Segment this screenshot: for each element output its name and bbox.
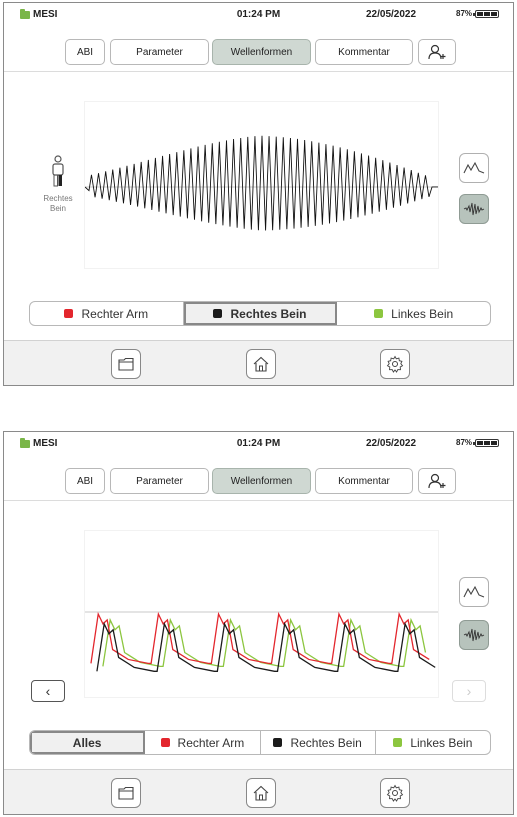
channel-rechtes-bein[interactable]: Rechtes Bein (183, 302, 338, 325)
date: 22/05/2022 (366, 438, 417, 449)
pulse-view-button[interactable] (459, 577, 489, 607)
tabs-divider (4, 71, 513, 72)
right-arm-trace (90, 611, 430, 665)
person-icon (52, 155, 64, 187)
channel-selector: Rechter Arm Rechtes Bein Linkes Bein (29, 301, 491, 326)
folder-icon (118, 357, 134, 371)
tab-bar: ABI Parameter Wellenformen Kommentar (4, 468, 513, 496)
channel-color-swatch (213, 309, 223, 318)
battery-indicator: 87% (456, 9, 500, 18)
channel-rechter-arm[interactable]: Rechter Arm (145, 731, 261, 754)
next-button[interactable]: › (452, 680, 486, 702)
chevron-right-icon: › (466, 683, 472, 699)
tab-wellenformen[interactable]: Wellenformen (212, 468, 311, 494)
tab-parameter[interactable]: Parameter (110, 39, 209, 65)
tab-wellenformen[interactable]: Wellenformen (212, 39, 311, 65)
battery-percent: 87% (456, 438, 473, 447)
home-icon (253, 785, 269, 801)
tab-abi[interactable]: ABI (65, 468, 105, 494)
waveform-plot (84, 101, 439, 269)
channel-color-swatch (393, 738, 403, 747)
channel-label: Rechter Arm (177, 735, 245, 750)
channel-rechter-arm[interactable]: Rechter Arm (30, 302, 184, 325)
oscillation-trace (85, 135, 438, 231)
tab-abi[interactable]: ABI (65, 39, 105, 65)
settings-button[interactable] (380, 349, 410, 379)
channel-label: Alles (72, 735, 102, 750)
tab-kommentar[interactable]: Kommentar (315, 468, 413, 494)
channel-label: Linkes Bein (410, 735, 473, 750)
add-patient-icon (428, 473, 446, 489)
pulse-waveform-icon (463, 161, 485, 174)
previous-button[interactable]: ‹ (31, 680, 65, 702)
oscillation-waveform-icon (463, 202, 485, 216)
clock: 01:24 PM (236, 438, 281, 449)
tab-bar: ABI Parameter Wellenformen Kommentar (4, 39, 513, 67)
oscillation-view-button[interactable] (459, 194, 489, 224)
channel-color-swatch (160, 738, 170, 747)
channel-selector: Alles Rechter Arm Rechtes Bein Linkes Bein (29, 730, 491, 755)
home-button[interactable] (246, 778, 276, 808)
tabs-divider (4, 500, 513, 501)
date: 22/05/2022 (366, 9, 417, 20)
channel-color-swatch (374, 309, 384, 318)
status-bar: MESI 01:24 PM 22/05/2022 87% (4, 3, 513, 27)
channel-alles[interactable]: Alles (30, 731, 146, 754)
clock: 01:24 PM (236, 9, 281, 20)
screen-all-channels: MESI 01:24 PM 22/05/2022 87% ABI Paramet… (3, 431, 514, 815)
add-patient-button[interactable] (418, 39, 456, 65)
channel-color-swatch (273, 738, 283, 747)
waveform-plot (84, 530, 439, 698)
channel-linkes-bein[interactable]: Linkes Bein (337, 302, 490, 325)
pulse-view-button[interactable] (459, 153, 489, 183)
pulse-waveform-icon (463, 585, 485, 598)
oscillation-waveform-icon (463, 628, 485, 642)
channel-color-swatch (64, 309, 74, 318)
battery-icon (473, 9, 500, 18)
bottom-bar (4, 769, 513, 814)
pulse-waveform-chart (85, 611, 438, 672)
settings-button[interactable] (380, 778, 410, 808)
home-icon (253, 356, 269, 372)
oscillation-chart (85, 135, 438, 231)
add-patient-icon (428, 44, 446, 60)
channel-linkes-bein[interactable]: Linkes Bein (376, 731, 490, 754)
settings-gear-icon (386, 784, 404, 802)
folder-button[interactable] (111, 778, 141, 808)
chevron-left-icon: ‹ (45, 683, 51, 699)
battery-indicator: 87% (456, 438, 500, 447)
channel-label: Rechtes Bein (290, 735, 362, 750)
status-bar: MESI 01:24 PM 22/05/2022 87% (4, 432, 513, 456)
folder-icon (118, 786, 134, 800)
screen-single-leg: MESI 01:24 PM 22/05/2022 87% ABI Paramet… (3, 2, 514, 386)
limb-indicator: Rechtes Bein (38, 155, 78, 214)
tab-kommentar[interactable]: Kommentar (315, 39, 413, 65)
limb-label: Rechtes Bein (43, 194, 73, 213)
channel-label: Linkes Bein (391, 306, 454, 321)
settings-gear-icon (386, 355, 404, 373)
channel-rechtes-bein[interactable]: Rechtes Bein (261, 731, 376, 754)
battery-icon (473, 438, 500, 447)
channel-label: Rechter Arm (81, 306, 149, 321)
oscillation-view-button[interactable] (459, 620, 489, 650)
folder-button[interactable] (111, 349, 141, 379)
add-patient-button[interactable] (418, 468, 456, 494)
channel-label: Rechtes Bein (230, 306, 307, 321)
bottom-bar (4, 340, 513, 385)
home-button[interactable] (246, 349, 276, 379)
battery-percent: 87% (456, 9, 473, 18)
tab-parameter[interactable]: Parameter (110, 468, 209, 494)
